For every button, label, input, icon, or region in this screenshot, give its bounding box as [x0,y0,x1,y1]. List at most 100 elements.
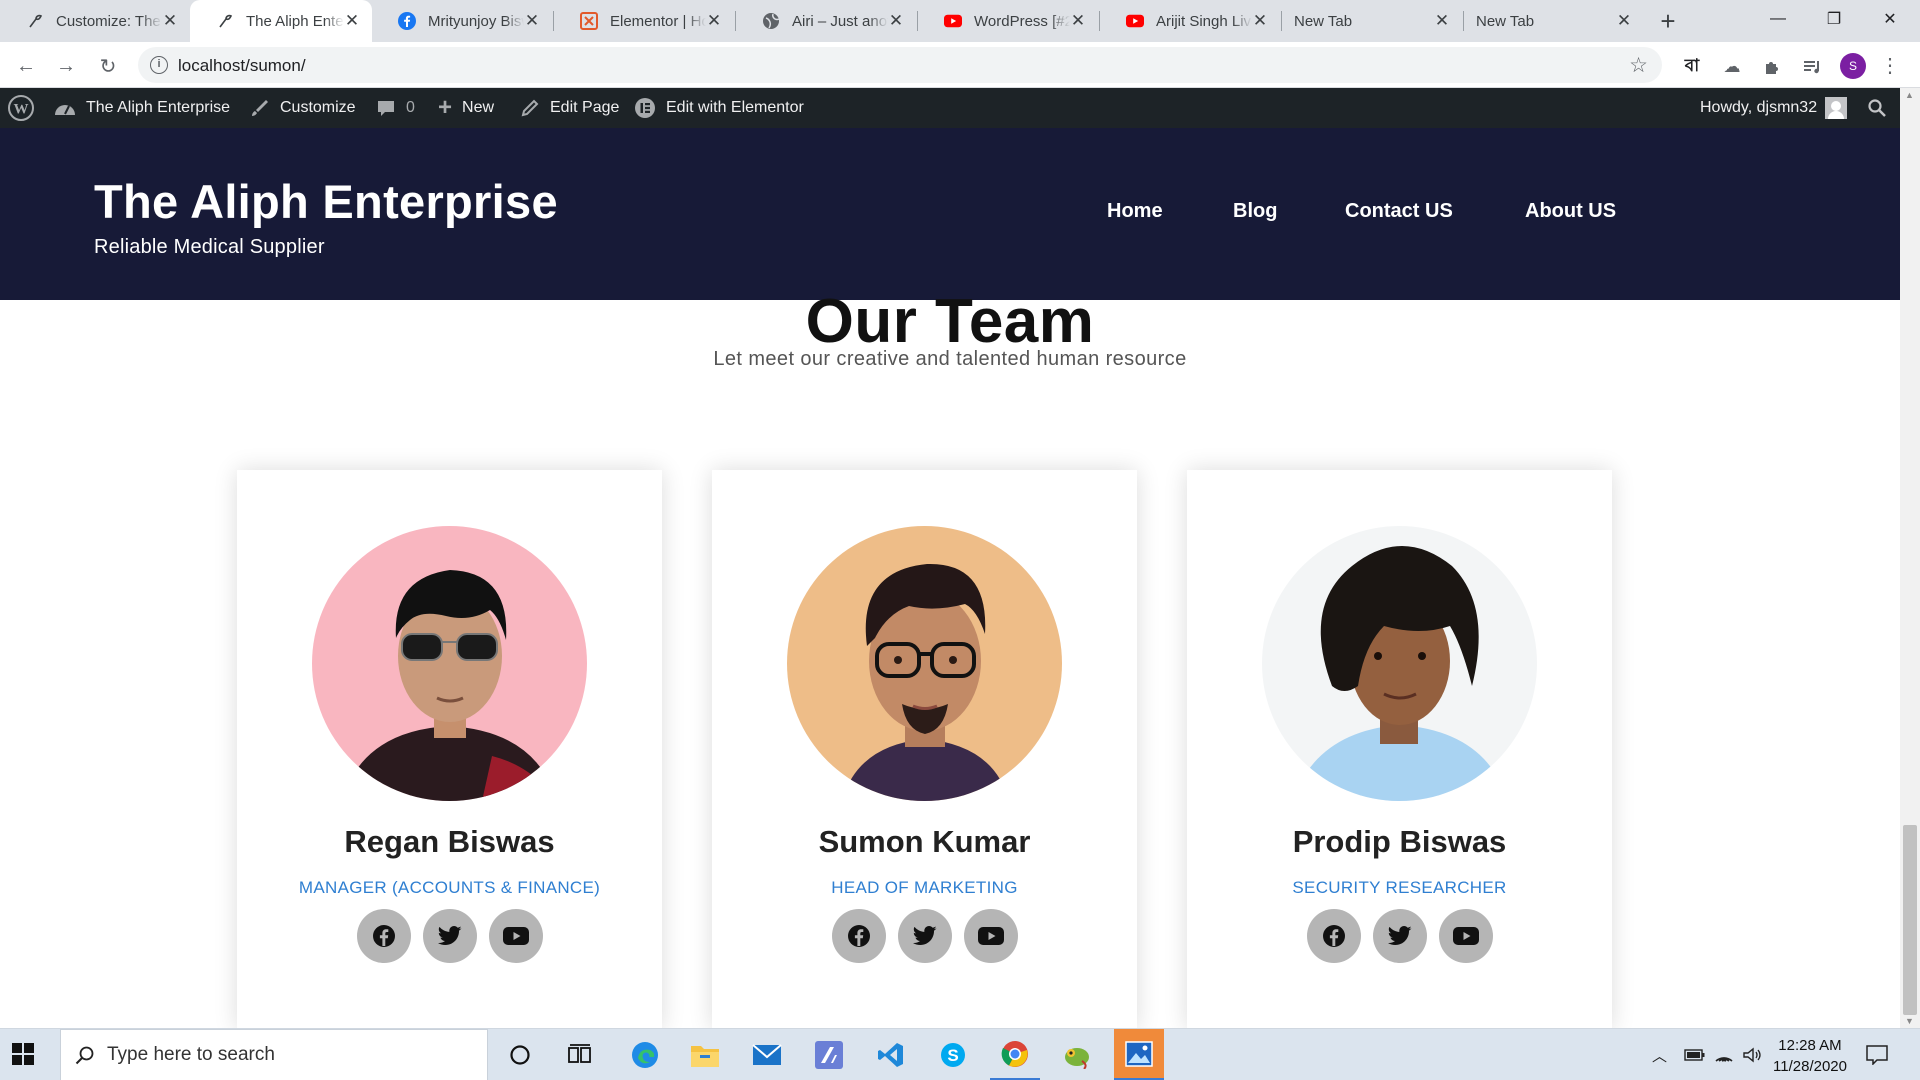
app-icon[interactable] [804,1029,854,1080]
restore-button[interactable]: ❐ [1806,0,1862,38]
facebook-icon[interactable] [831,909,886,963]
admin-edit-page[interactable]: Edit Page [520,88,619,128]
member-role: SECURITY RESEARCHER [1292,878,1507,897]
site-title[interactable]: The Aliph Enterprise [94,174,558,229]
team-card: Prodip Biswas SECURITY RESEARCHER [1187,470,1612,1028]
url-text[interactable]: localhost/sumon/ [178,56,306,76]
member-role: MANAGER (ACCOUNTS & FINANCE) [298,878,601,897]
site-info-icon[interactable]: i [150,56,168,74]
extension-icon[interactable]: ☁ [1720,55,1744,79]
tab-new-1[interactable]: New Tab ✕ [1282,0,1462,42]
plus-icon: + [438,94,453,121]
language-indicator[interactable]: বা [1680,55,1704,79]
close-tab-icon[interactable]: ✕ [1434,12,1450,29]
forward-button[interactable]: → [50,50,82,82]
nav-about-us[interactable]: About US [1525,200,1616,223]
task-view-icon[interactable] [555,1029,605,1080]
nav-contact-us[interactable]: Contact US [1345,200,1453,223]
nav-blog[interactable]: Blog [1233,200,1277,223]
photos-icon[interactable] [1114,1029,1164,1080]
wordpress-logo-icon[interactable]: W [8,88,34,128]
bookmark-star-icon[interactable]: ☆ [1629,53,1648,78]
volume-icon[interactable] [1742,1029,1762,1080]
browser-toolbar: ← → ↻ i localhost/sumon/ ☆ বা ☁ S ⋮ [0,42,1920,88]
youtube-icon[interactable] [488,909,543,963]
nav-home[interactable]: Home [1107,200,1163,223]
tab-customize[interactable]: Customize: The Aliph Enterprise ✕ [0,0,190,42]
close-tab-icon[interactable]: ✕ [706,12,722,29]
twitter-icon[interactable] [422,909,477,963]
reload-button[interactable]: ↻ [92,50,124,82]
member-name: Regan Biswas [344,824,555,859]
admin-comments[interactable]: 0 [376,88,415,128]
admin-site-name[interactable]: The Aliph Enterprise [54,88,230,128]
youtube-icon [944,12,962,30]
chrome-icon[interactable] [990,1029,1040,1080]
windows-taskbar: Type here to search S ︿ 12:28 AM 11/28/2… [0,1028,1920,1080]
twitter-icon[interactable] [1372,909,1427,963]
minimize-button[interactable]: — [1750,0,1806,38]
paintbrush-icon [250,98,270,118]
tab-elementor[interactable]: Elementor | Home ✕ [554,0,734,42]
tab-new-2[interactable]: New Tab ✕ [1464,0,1644,42]
member-photo [312,526,587,801]
scrollbar-thumb[interactable] [1903,825,1917,1015]
admin-new[interactable]: + New [438,88,494,128]
edge-icon[interactable] [620,1029,670,1080]
member-name: Sumon Kumar [818,824,1031,859]
close-tab-icon[interactable]: ✕ [1252,12,1268,29]
back-button[interactable]: ← [10,50,42,82]
notification-icon[interactable] [1866,1029,1888,1080]
search-icon[interactable] [1868,88,1886,128]
cortana-icon[interactable] [495,1029,545,1080]
tab-youtube-wordpress[interactable]: WordPress [#2 ✕ [918,0,1098,42]
file-explorer-icon[interactable] [680,1029,730,1080]
tab-youtube-arijit[interactable]: Arijit Singh Live ✕ [1100,0,1280,42]
taskbar-search-box[interactable]: Type here to search [60,1029,488,1080]
address-bar[interactable]: i localhost/sumon/ ☆ [138,47,1662,83]
page-scrollbar[interactable]: ▲ ▼ [1900,88,1920,1028]
twitter-icon[interactable] [897,909,952,963]
facebook-icon[interactable] [356,909,411,963]
vscode-icon[interactable] [866,1029,916,1080]
admin-edit-elementor[interactable]: Edit with Elementor [634,88,804,128]
profile-avatar[interactable]: S [1840,53,1866,79]
youtube-icon[interactable] [963,909,1018,963]
close-tab-icon[interactable]: ✕ [1616,12,1632,29]
browser-menu-icon[interactable]: ⋮ [1880,52,1900,80]
close-tab-icon[interactable]: ✕ [1070,12,1086,29]
close-window-button[interactable]: ✕ [1862,0,1918,38]
dashboard-gauge-icon [54,99,76,117]
chameleon-app-icon[interactable] [1052,1029,1102,1080]
facebook-icon[interactable] [1306,909,1361,963]
taskbar-clock[interactable]: 12:28 AM 11/28/2020 [1770,1035,1850,1077]
social-links [1187,909,1612,963]
wifi-icon[interactable] [1714,1029,1734,1080]
scroll-down-icon[interactable]: ▼ [1905,1016,1914,1026]
skype-icon[interactable]: S [928,1029,978,1080]
tab-airi[interactable]: Airi – Just another WordPress site ✕ [736,0,916,42]
new-tab-button[interactable]: + [1654,8,1682,36]
close-tab-icon[interactable]: ✕ [162,12,178,29]
member-name: Prodip Biswas [1292,824,1507,859]
close-tab-icon[interactable]: ✕ [888,12,904,29]
close-tab-icon[interactable]: ✕ [524,12,540,29]
scroll-up-icon[interactable]: ▲ [1905,90,1914,100]
admin-howdy[interactable]: Howdy, djsmn32 [1700,88,1848,128]
user-avatar [1825,97,1848,119]
tab-facebook[interactable]: Mrityunjoy Biswas ✕ [372,0,552,42]
youtube-icon[interactable] [1438,909,1493,963]
globe-icon [762,12,780,30]
youtube-icon [1126,12,1144,30]
puzzle-icon[interactable] [1760,55,1784,79]
team-heading: Our Team [805,287,1095,356]
close-tab-icon[interactable]: ✕ [344,12,360,29]
mail-icon[interactable] [742,1029,792,1080]
tab-aliph-active[interactable]: The Aliph Enterprise ✕ [190,0,372,42]
battery-icon[interactable] [1684,1029,1706,1080]
pencil-icon [520,98,540,118]
media-playlist-icon[interactable] [1800,55,1824,79]
tray-chevron-icon[interactable]: ︿ [1652,1029,1667,1080]
admin-customize[interactable]: Customize [250,88,356,128]
windows-start-icon[interactable] [12,1043,34,1070]
